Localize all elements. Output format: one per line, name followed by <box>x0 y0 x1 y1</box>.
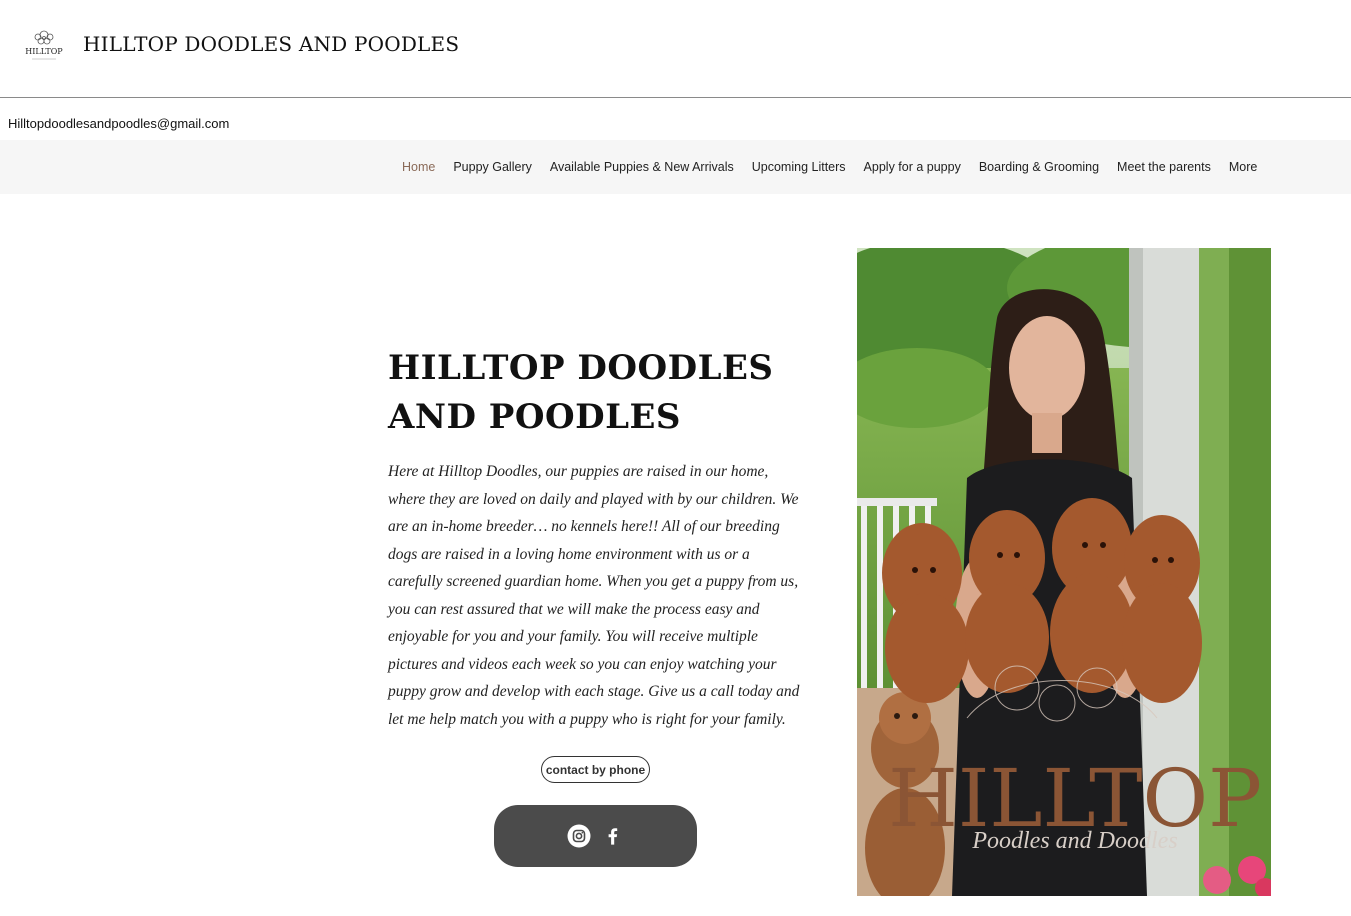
nav-item-boarding-grooming[interactable]: Boarding & Grooming <box>970 160 1108 174</box>
nav-item-puppy-gallery[interactable]: Puppy Gallery <box>444 160 541 174</box>
svg-text:HILLTOP: HILLTOP <box>25 47 63 56</box>
facebook-icon[interactable] <box>601 824 625 848</box>
nav-item-meet-parents[interactable]: Meet the parents <box>1108 160 1220 174</box>
hilltop-logo-icon[interactable]: HILLTOP <box>20 26 68 66</box>
contact-email[interactable]: Hilltopdoodlesandpoodles@gmail.com <box>8 116 229 131</box>
hero-title: HILLTOP DOODLES AND POODLES <box>388 348 774 437</box>
contact-by-phone-button[interactable]: contact by phone <box>541 756 650 783</box>
photo-brand-subtext: Poodles and Doodles <box>971 828 1177 854</box>
navigation-bar: Home Puppy Gallery Available Puppies & N… <box>0 140 1351 194</box>
instagram-icon[interactable] <box>567 824 591 848</box>
site-header: HILLTOP HILLTOP DOODLES AND POODLES <box>0 0 1351 98</box>
main-nav: Home Puppy Gallery Available Puppies & N… <box>393 140 1266 194</box>
social-bar <box>494 805 697 867</box>
hero-photo: HILLTOP Poodles and Doodles <box>857 248 1271 896</box>
nav-item-home[interactable]: Home <box>393 160 444 174</box>
nav-item-apply-for-puppy[interactable]: Apply for a puppy <box>855 160 970 174</box>
nav-item-upcoming-litters[interactable]: Upcoming Litters <box>743 160 855 174</box>
site-title[interactable]: HILLTOP DOODLES AND POODLES <box>83 32 459 56</box>
nav-item-more[interactable]: More <box>1220 160 1266 174</box>
nav-item-available-puppies[interactable]: Available Puppies & New Arrivals <box>541 160 743 174</box>
hero-description: Here at Hilltop Doodles, our puppies are… <box>388 463 800 728</box>
